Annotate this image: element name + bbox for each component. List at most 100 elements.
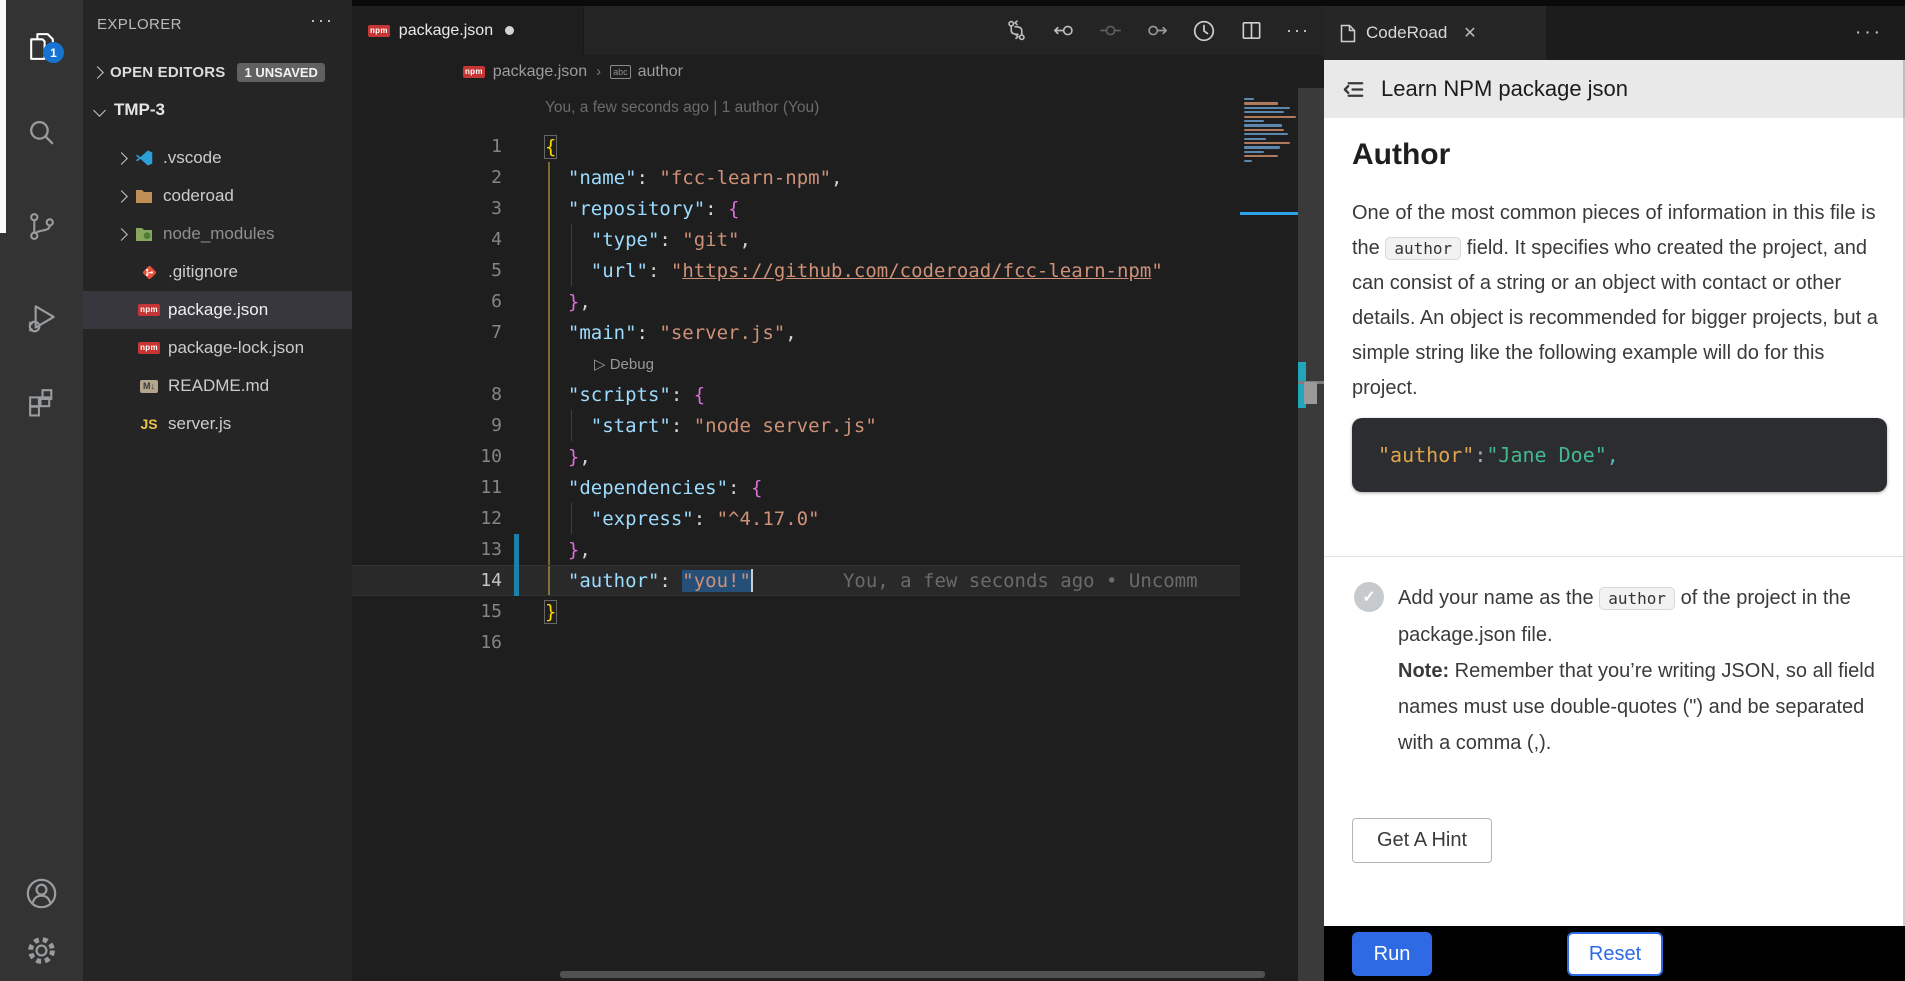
- file-tree-item-coderoad[interactable]: coderoad: [83, 177, 352, 215]
- code-text: "type": "git",: [545, 229, 751, 251]
- sidebar-more-icon[interactable]: ···: [310, 10, 334, 31]
- debug-inactive-icon[interactable]: [1098, 19, 1122, 43]
- token-p: :: [659, 229, 682, 251]
- code-line-14[interactable]: 14 "author": "you!"You, a few seconds ag…: [352, 565, 1240, 596]
- coderoad-panel: CodeRoad ✕ ··· Learn NPM package json Au…: [1324, 0, 1905, 981]
- gutter-spacer: [514, 255, 519, 286]
- run-debug-icon[interactable]: [0, 288, 83, 348]
- get-hint-button[interactable]: Get A Hint: [1352, 818, 1492, 863]
- search-icon[interactable]: [0, 103, 83, 163]
- minimap[interactable]: [1240, 88, 1298, 981]
- token-ws: [545, 570, 568, 592]
- code-text: },: [545, 291, 591, 313]
- gutter-spacer: [514, 131, 519, 162]
- git-blame-header[interactable]: You, a few seconds ago | 1 author (You): [545, 99, 819, 117]
- code-line-11[interactable]: 11 "dependencies": {: [352, 472, 1240, 503]
- code-text: {: [545, 136, 556, 158]
- gutter-spacer: [514, 162, 519, 193]
- code-lines[interactable]: 1{2 "name": "fcc-learn-npm",3 "repositor…: [352, 131, 1240, 658]
- token-ws: [545, 415, 591, 437]
- code-line-10[interactable]: 10 },: [352, 441, 1240, 472]
- code-line-3[interactable]: 3 "repository": {: [352, 193, 1240, 224]
- line-number: 10: [352, 446, 502, 467]
- tab-package-json[interactable]: npm package.json: [352, 6, 584, 55]
- lesson-paragraph: One of the most common pieces of informa…: [1352, 196, 1880, 406]
- symbol-string-icon: abc: [610, 65, 631, 79]
- file-tree: .vscodecoderoadnode_modules.gitignorenpm…: [83, 139, 352, 443]
- horizontal-scrollbar[interactable]: [560, 971, 1265, 978]
- breadcrumb-item-file[interactable]: package.json: [493, 63, 587, 81]
- code-line-1[interactable]: 1{: [352, 131, 1240, 162]
- git-file-icon: [139, 264, 159, 281]
- token-ws: [545, 229, 591, 251]
- split-editor-icon[interactable]: [1239, 19, 1263, 43]
- reset-button[interactable]: Reset: [1567, 932, 1663, 976]
- panel-more-icon[interactable]: ···: [1855, 22, 1883, 44]
- code-line-4[interactable]: 4 "type": "git",: [352, 224, 1240, 255]
- code-line-5[interactable]: 5 "url": "https://github.com/coderoad/fc…: [352, 255, 1240, 286]
- minimap-line: [1244, 160, 1252, 162]
- inline-code-chip: author: [1385, 237, 1461, 260]
- panel-tab-bar: CodeRoad ✕: [1324, 6, 1905, 60]
- file-tree-item-package-json[interactable]: npmpackage.json: [83, 291, 352, 329]
- npm-file-icon: npm: [139, 304, 159, 316]
- codelens-debug-link[interactable]: ▷ Debug: [594, 355, 654, 373]
- scrollbar-thumb[interactable]: [1304, 382, 1317, 404]
- workspace-root-folder[interactable]: TMP-3: [83, 92, 352, 128]
- file-icon: [1340, 24, 1356, 43]
- token-stru: https://github.com/coderoad/fcc-learn-np…: [682, 260, 1151, 282]
- open-editors-section[interactable]: OPEN EDITORS 1 UNSAVED: [83, 53, 352, 91]
- menu-back-icon[interactable]: [1340, 76, 1367, 103]
- extensions-icon[interactable]: [0, 370, 83, 430]
- settings-gear-icon[interactable]: [0, 920, 83, 980]
- compare-changes-icon[interactable]: [1004, 19, 1028, 43]
- code-line-16[interactable]: 16: [352, 627, 1240, 658]
- code-line-13[interactable]: 13 },: [352, 534, 1240, 565]
- folder-file-icon: [134, 189, 154, 204]
- tab-coderoad[interactable]: CodeRoad ✕: [1324, 6, 1546, 60]
- overview-ruler[interactable]: [1298, 88, 1324, 981]
- close-icon[interactable]: ✕: [1463, 23, 1476, 43]
- token-p: ,: [831, 167, 842, 189]
- editor-group: npm package.json: [352, 0, 1324, 981]
- code-line-7[interactable]: 7 "main": "server.js",: [352, 317, 1240, 348]
- file-tree-item--vscode[interactable]: .vscode: [83, 139, 352, 177]
- token-key: "name": [568, 167, 637, 189]
- code-text: "express": "^4.17.0": [545, 508, 820, 530]
- tutorial-content: Author One of the most common pieces of …: [1324, 118, 1905, 926]
- accounts-icon[interactable]: [0, 863, 83, 923]
- code-line-12[interactable]: 12 "express": "^4.17.0": [352, 503, 1240, 534]
- more-actions-icon[interactable]: ···: [1286, 19, 1310, 43]
- code-text: "repository": {: [545, 198, 740, 220]
- code-line-15[interactable]: 15}: [352, 596, 1240, 627]
- explorer-icon[interactable]: [0, 16, 83, 76]
- file-tree-item-node-modules[interactable]: node_modules: [83, 215, 352, 253]
- breadcrumb-item-symbol[interactable]: author: [638, 63, 683, 81]
- line-number: 9: [352, 415, 502, 436]
- codelens-row[interactable]: ▷ Debug: [352, 348, 1240, 379]
- code-comma: ,: [1607, 443, 1619, 467]
- text-cursor: [751, 569, 753, 592]
- navigate-back-icon[interactable]: [1051, 19, 1075, 43]
- file-tree-item-server-js[interactable]: JSserver.js: [83, 405, 352, 443]
- minimap-line: [1244, 129, 1284, 131]
- file-name: coderoad: [163, 186, 234, 206]
- run-timer-icon[interactable]: [1192, 19, 1216, 43]
- lesson-heading: Author: [1352, 138, 1450, 172]
- dirty-indicator-icon[interactable]: [505, 26, 514, 35]
- code-line-2[interactable]: 2 "name": "fcc-learn-npm",: [352, 162, 1240, 193]
- file-tree-item-README-md[interactable]: M↓README.md: [83, 367, 352, 405]
- file-tree-item--gitignore[interactable]: .gitignore: [83, 253, 352, 291]
- code-line-8[interactable]: 8 "scripts": {: [352, 379, 1240, 410]
- source-control-icon[interactable]: [0, 196, 83, 256]
- gutter-spacer: [514, 193, 519, 224]
- code-editor[interactable]: You, a few seconds ago | 1 author (You) …: [352, 88, 1324, 981]
- file-tree-item-package-lock-json[interactable]: npmpackage-lock.json: [83, 329, 352, 367]
- run-button[interactable]: Run: [1352, 932, 1432, 976]
- task-note: Note: Remember that you’re writing JSON,…: [1398, 653, 1880, 761]
- navigate-forward-icon[interactable]: [1145, 19, 1169, 43]
- code-line-9[interactable]: 9 "start": "node server.js": [352, 410, 1240, 441]
- code-line-6[interactable]: 6 },: [352, 286, 1240, 317]
- token-b2: {: [751, 477, 762, 499]
- line-number: 14: [352, 570, 502, 591]
